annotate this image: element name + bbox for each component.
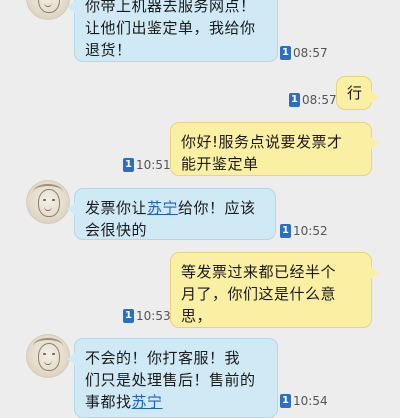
message-text: 事都找 <box>85 393 132 411</box>
message-text-line: 月了，你们这是什么意 <box>181 285 337 303</box>
time-label: 10:51 <box>136 158 171 172</box>
message-text-line: 等发票过来都已经半个 <box>181 263 337 281</box>
message-text-line: 你好!服务点说要发票才 <box>181 133 343 151</box>
message-timestamp: 1 08:57 <box>289 93 337 107</box>
incoming-message-bubble: 发票你让苏宁给你！应该 会很快的 <box>67 188 276 240</box>
read-badge: 1 <box>280 46 291 60</box>
message-text-line: 你带上机器去服务网点！ <box>85 0 256 15</box>
message-text-line: 让他们出鉴定单，我给你 <box>85 19 256 37</box>
time-label: 10:54 <box>293 394 328 408</box>
outgoing-message-bubble: 你好!服务点说要发票才 能开鉴定单 <box>170 122 379 176</box>
contact-avatar[interactable] <box>26 334 70 378</box>
read-badge: 1 <box>280 394 291 408</box>
message-text-line: 行 <box>347 84 363 102</box>
message-timestamp: 1 10:54 <box>280 394 328 408</box>
message-text-line: 发票你让苏宁给你！应该 <box>85 197 265 219</box>
message-timestamp: 1 10:52 <box>280 224 328 238</box>
time-label: 10:52 <box>293 224 328 238</box>
time-label: 10:53 <box>136 309 171 323</box>
message-text-line: 们只是处理售后！售前的 <box>85 371 256 389</box>
time-label: 08:57 <box>302 93 337 107</box>
message-text-line: 会很快的 <box>85 221 148 239</box>
read-badge: 1 <box>289 93 300 107</box>
chat-thread: 你带上机器去服务网点！ 让他们出鉴定单，我给你 退货！ 1 08:57 1 08… <box>0 0 400 418</box>
contact-avatar[interactable] <box>26 180 70 224</box>
message-timestamp: 1 08:57 <box>280 46 328 60</box>
read-badge: 1 <box>123 158 134 172</box>
message-timestamp: 1 10:51 <box>123 158 171 172</box>
message-text-line: 不会的！你打客服！我 <box>85 349 241 367</box>
suning-link[interactable]: 苏宁 <box>147 199 178 217</box>
message-timestamp: 1 10:53 <box>123 309 171 323</box>
message-text-line: 退货！ <box>85 41 132 59</box>
incoming-message-bubble: 不会的！你打客服！我 们只是处理售后！售前的 事都找苏宁 <box>67 338 278 418</box>
contact-avatar[interactable] <box>26 0 70 20</box>
time-label: 08:57 <box>293 46 328 60</box>
message-text-line: 能开鉴定单 <box>181 155 259 173</box>
read-badge: 1 <box>123 309 134 323</box>
read-badge: 1 <box>280 224 291 238</box>
incoming-message-bubble: 你带上机器去服务网点！ 让他们出鉴定单，我给你 退货！ <box>67 0 278 62</box>
message-text-line: 思， <box>181 307 213 325</box>
message-text-line: 事都找苏宁 <box>85 391 267 413</box>
outgoing-message-bubble: 等发票过来都已经半个 月了，你们这是什么意 思， <box>170 252 379 328</box>
suning-link[interactable]: 苏宁 <box>132 393 163 411</box>
message-text: 发票你让 <box>85 199 148 217</box>
outgoing-message-bubble: 行 <box>336 76 379 110</box>
message-text: 给你！应该 <box>178 199 256 217</box>
